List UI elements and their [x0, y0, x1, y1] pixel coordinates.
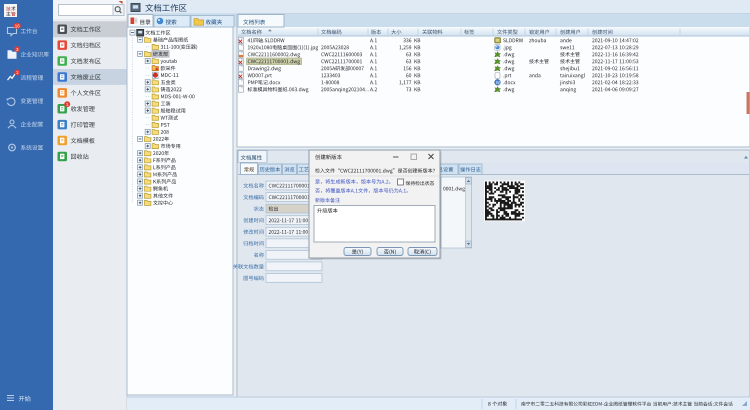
svg-text:16: 16 — [15, 24, 20, 29]
